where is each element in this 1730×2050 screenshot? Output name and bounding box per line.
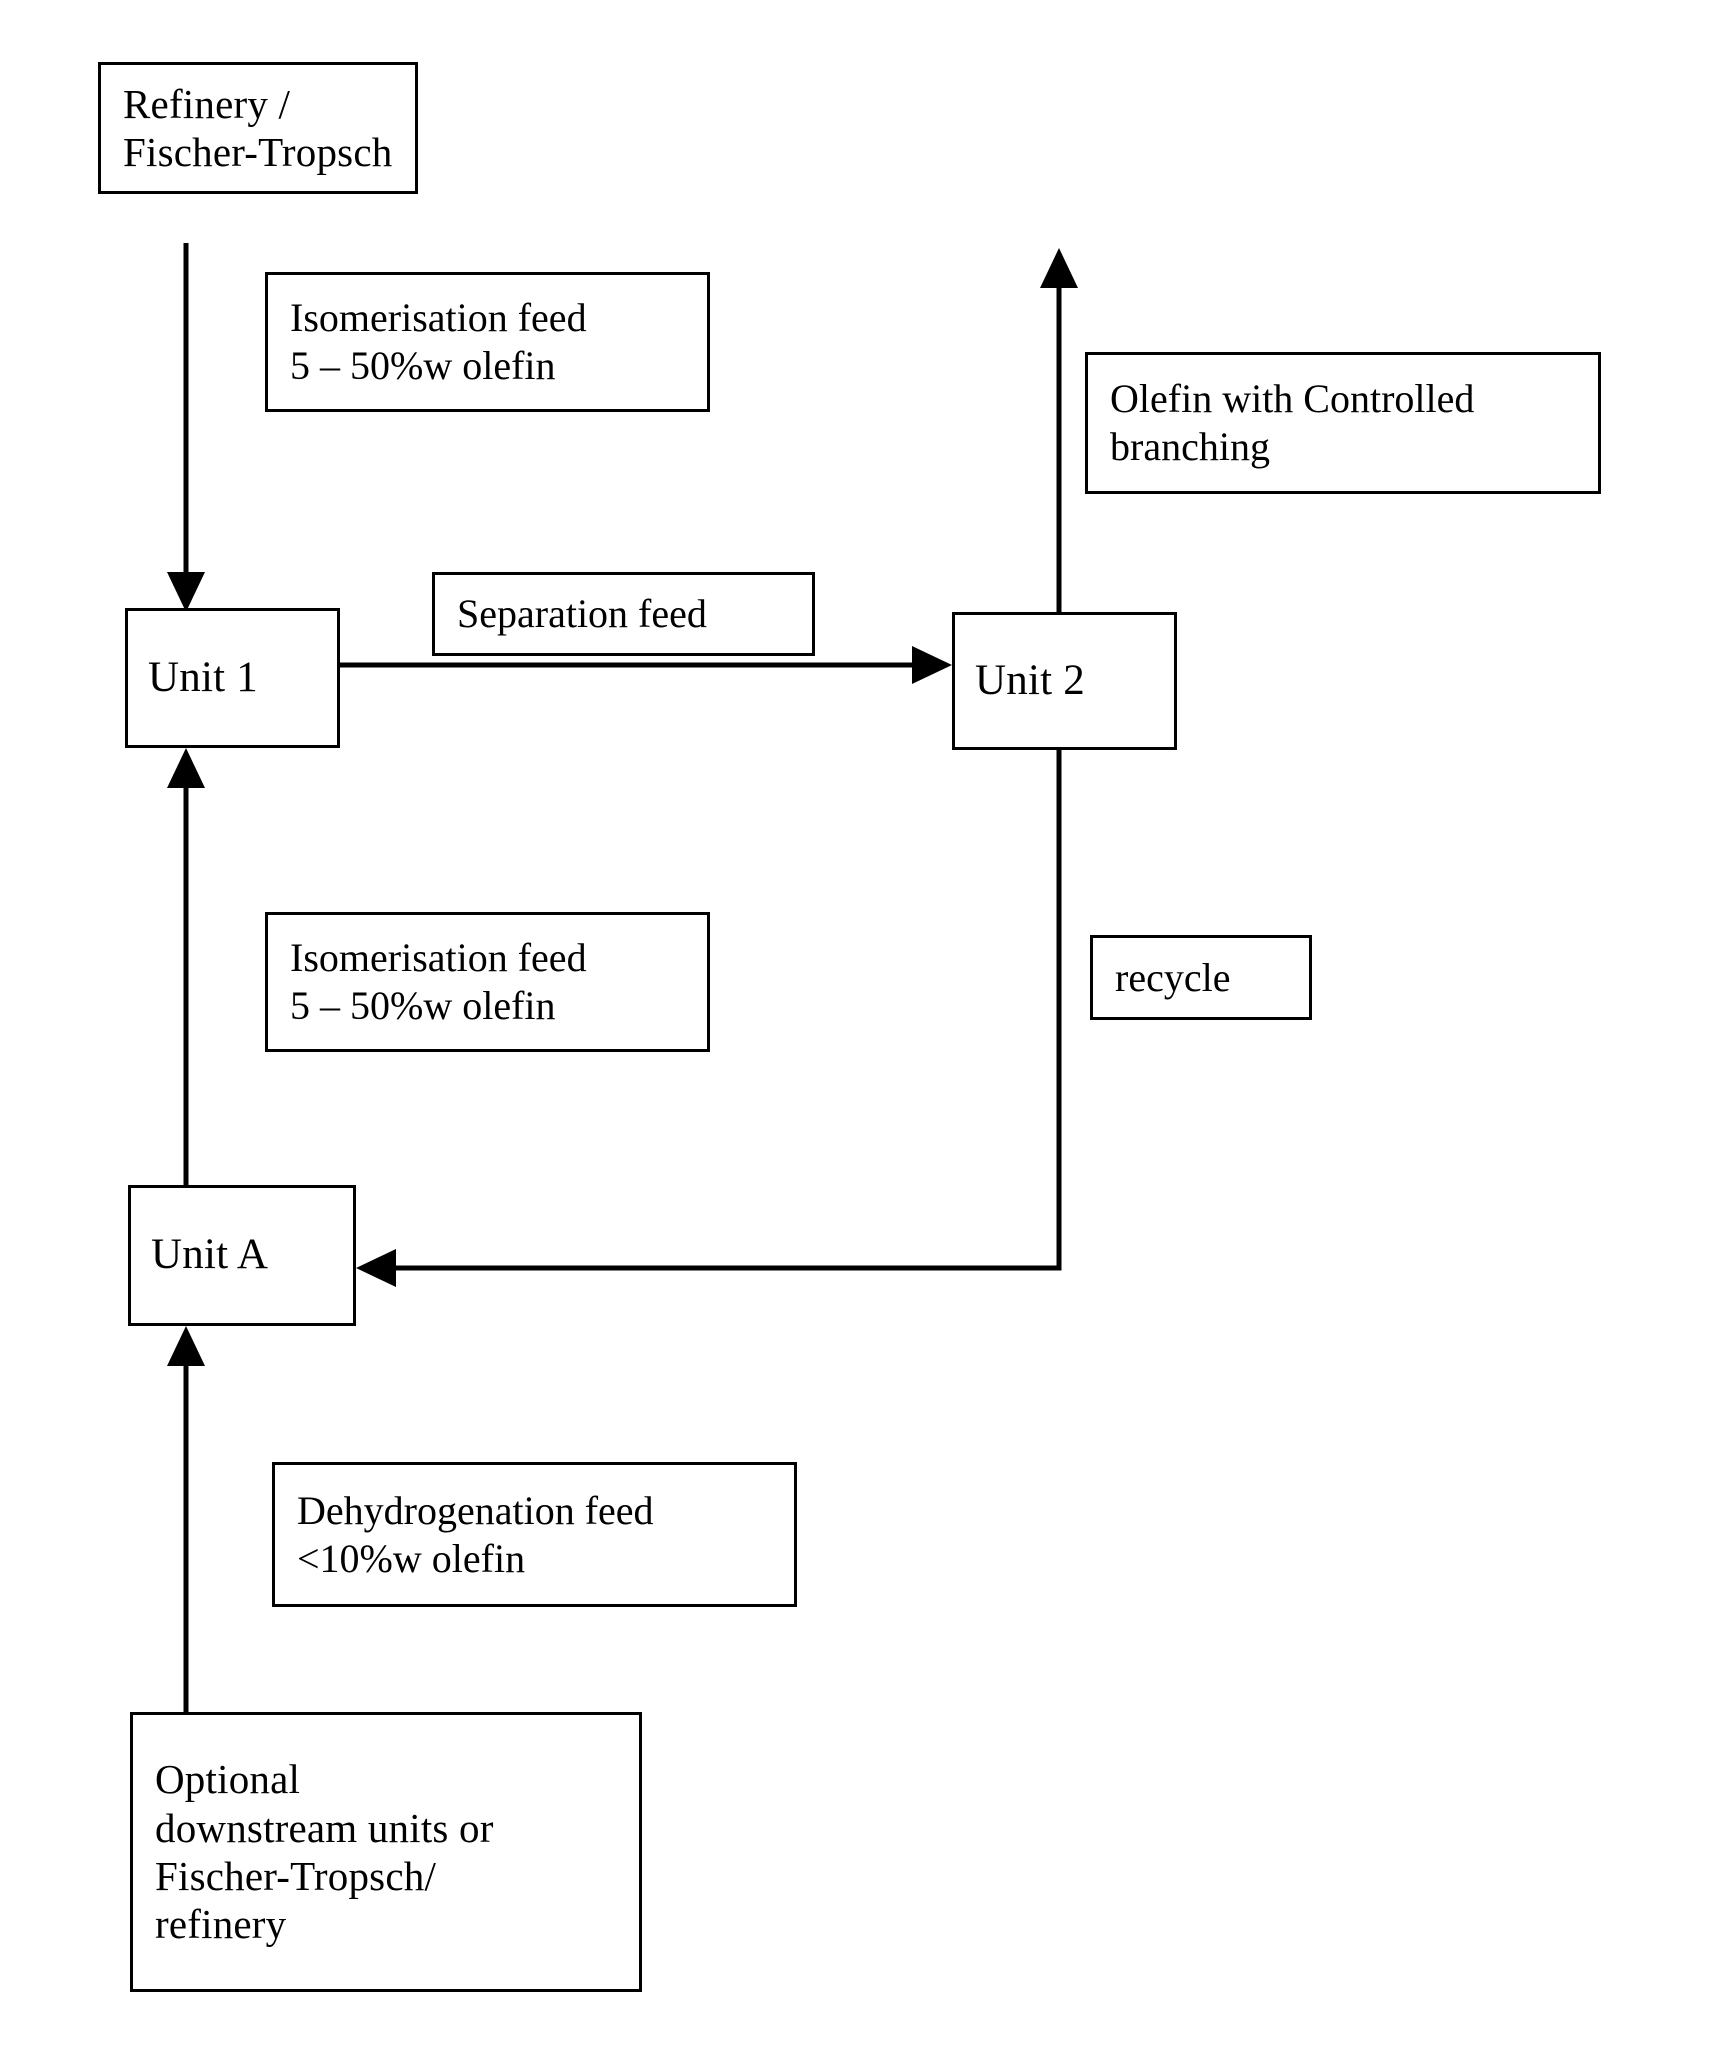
- label-olefin-with-controlled-branching[interactable]: Olefin with Controlled branching: [1085, 352, 1601, 494]
- arrowhead-unita-to-unit1: [167, 748, 205, 788]
- node-refinery-line-2: Fischer-Tropsch: [123, 129, 393, 175]
- node-unit-a[interactable]: Unit A: [128, 1185, 356, 1326]
- node-optional-downstream-units[interactable]: Optional downstream units or Fischer-Tro…: [130, 1712, 642, 1992]
- node-unit-a-label: Unit A: [151, 1231, 269, 1279]
- node-unit-1-label: Unit 1: [148, 653, 258, 701]
- arrowhead-optional-to-unita: [167, 1326, 205, 1366]
- arrowhead-unit2-to-product: [1040, 248, 1078, 288]
- arrowhead-recycle-to-unita: [356, 1249, 396, 1287]
- node-optional-line-2: downstream units or: [155, 1804, 494, 1851]
- node-optional-line-3: Fischer-Tropsch/: [155, 1853, 437, 1899]
- label-dehydrogenation-feed-line-2: <10%w olefin: [297, 1535, 526, 1581]
- arrowhead-refinery-to-unit1: [167, 572, 205, 612]
- label-isomerisation-feed-top[interactable]: Isomerisation feed 5 – 50%w olefin: [265, 272, 710, 412]
- label-isomerisation-feed-top-line-2: 5 – 50%w olefin: [290, 343, 556, 388]
- node-unit-2-label: Unit 2: [975, 656, 1085, 704]
- arrowhead-unit1-to-unit2: [912, 646, 952, 684]
- label-recycle[interactable]: recycle: [1090, 935, 1312, 1020]
- label-separation-feed[interactable]: Separation feed: [432, 572, 815, 656]
- node-unit-2[interactable]: Unit 2: [952, 612, 1177, 750]
- process-flow-diagram: Refinery / Fischer-Tropsch Unit 1 Unit 2…: [0, 0, 1730, 2050]
- label-dehydrogenation-feed[interactable]: Dehydrogenation feed <10%w olefin: [272, 1462, 797, 1607]
- node-optional-line-4: refinery: [155, 1901, 287, 1948]
- label-dehydrogenation-feed-line-1: Dehydrogenation feed: [297, 1487, 654, 1533]
- label-olefin-line-1: Olefin with Controlled: [1110, 376, 1475, 421]
- node-unit-1[interactable]: Unit 1: [125, 608, 340, 748]
- node-refinery-line-1: Refinery /: [123, 80, 291, 127]
- node-optional-line-1: Optional: [155, 1756, 301, 1803]
- label-isomerisation-feed-middle-line-1: Isomerisation feed: [290, 935, 587, 980]
- label-recycle-text: recycle: [1115, 954, 1231, 1000]
- label-isomerisation-feed-middle-line-2: 5 – 50%w olefin: [290, 983, 556, 1028]
- label-isomerisation-feed-middle[interactable]: Isomerisation feed 5 – 50%w olefin: [265, 912, 710, 1052]
- label-olefin-line-2: branching: [1110, 424, 1270, 469]
- label-separation-feed-text: Separation feed: [457, 591, 707, 636]
- node-refinery-fischer-tropsch[interactable]: Refinery / Fischer-Tropsch: [98, 62, 418, 194]
- label-isomerisation-feed-top-line-1: Isomerisation feed: [290, 295, 587, 340]
